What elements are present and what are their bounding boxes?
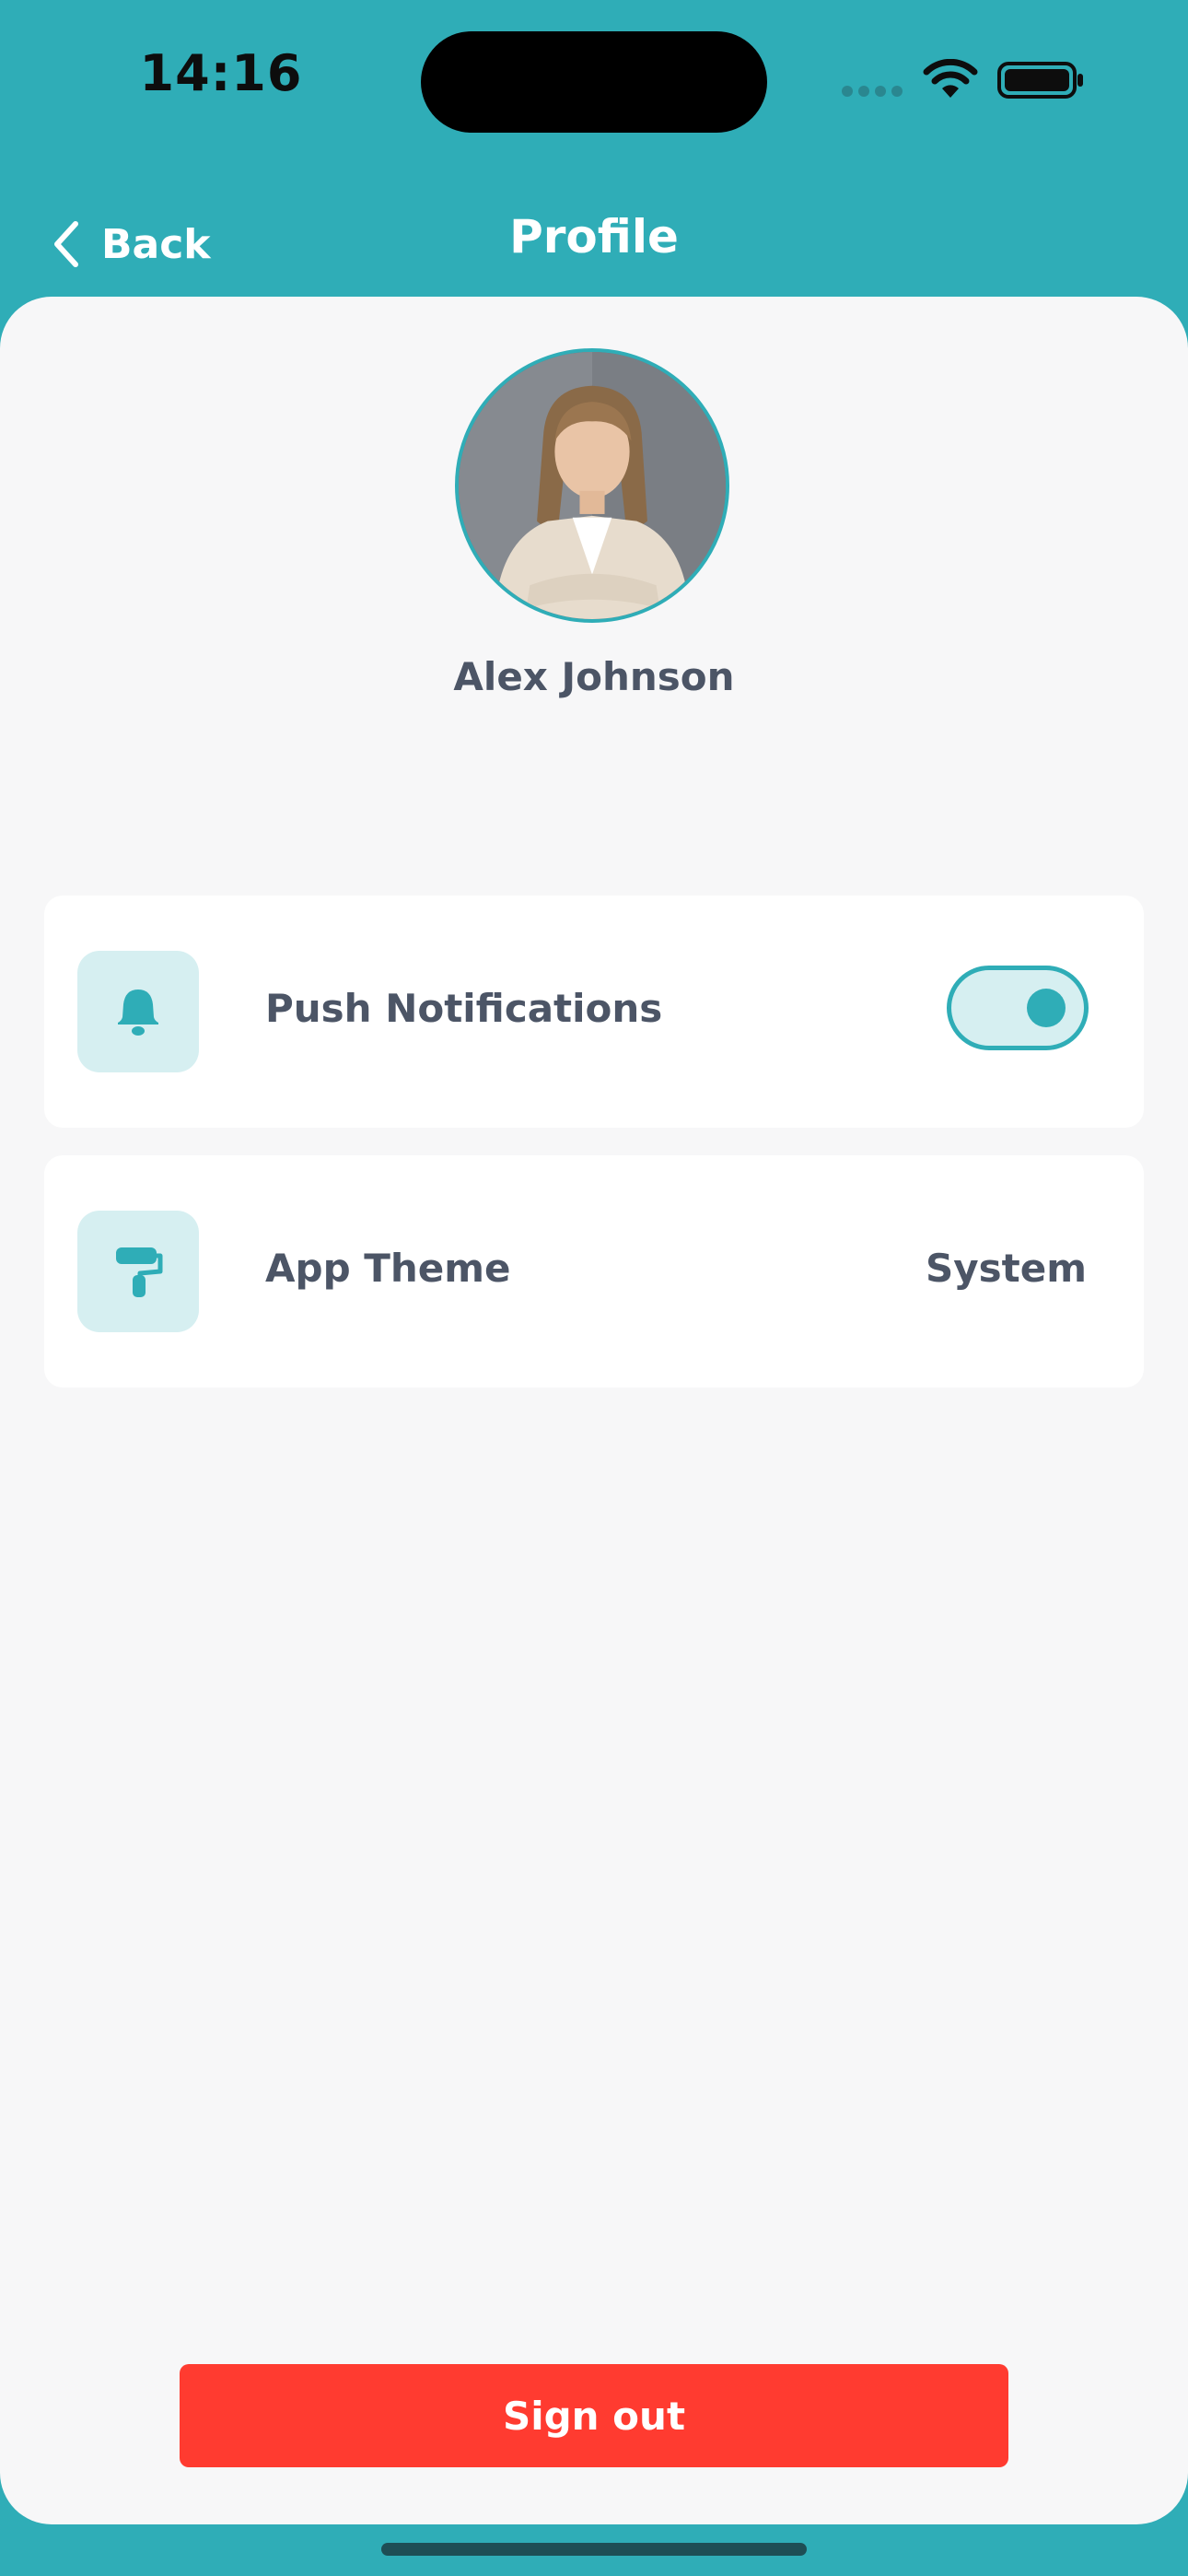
profile-sheet: Alex Johnson Push Notifications App Them… bbox=[0, 297, 1188, 2524]
app-theme-label: App Theme bbox=[265, 1246, 511, 1291]
sign-out-button[interactable]: Sign out bbox=[180, 2364, 1008, 2467]
push-notifications-row[interactable]: Push Notifications bbox=[44, 896, 1144, 1128]
toggle-knob bbox=[1027, 989, 1066, 1027]
status-bar: 14:16 bbox=[0, 0, 1188, 157]
push-notifications-toggle[interactable] bbox=[947, 966, 1089, 1050]
bell-icon bbox=[77, 951, 199, 1072]
paint-roller-icon bbox=[77, 1211, 199, 1332]
profile-photo bbox=[459, 352, 726, 619]
battery-icon bbox=[997, 62, 1083, 99]
status-time: 14:16 bbox=[139, 44, 303, 102]
page-title: Profile bbox=[509, 210, 679, 263]
avatar bbox=[455, 348, 729, 623]
push-notifications-label: Push Notifications bbox=[265, 986, 663, 1031]
user-name: Alex Johnson bbox=[453, 654, 735, 699]
app-theme-value: System bbox=[926, 1246, 1087, 1291]
dynamic-island bbox=[421, 31, 767, 133]
home-indicator[interactable] bbox=[381, 2543, 807, 2556]
wifi-icon bbox=[923, 59, 978, 98]
app-theme-row[interactable]: App Theme System bbox=[44, 1155, 1144, 1388]
cellular-signal-icon bbox=[842, 86, 903, 97]
navigation-bar: Back Profile bbox=[0, 184, 1188, 302]
